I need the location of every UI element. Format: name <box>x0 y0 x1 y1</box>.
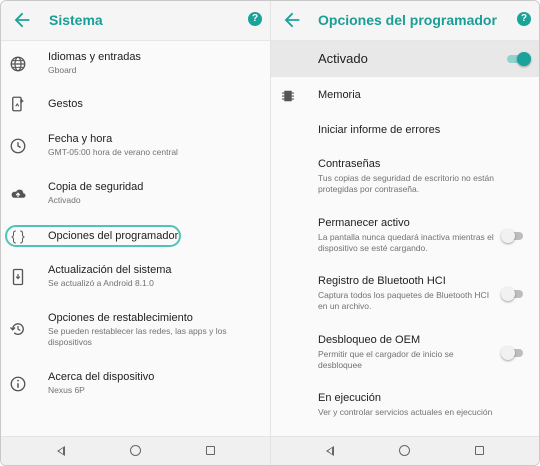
master-switch-bar[interactable]: Activado <box>271 41 539 77</box>
page-title: Sistema <box>49 12 103 28</box>
nav-back-icon[interactable] <box>57 446 65 456</box>
navigation-bar <box>1 436 270 465</box>
globe-icon <box>10 56 26 72</box>
list-item-memory[interactable]: Memoria <box>271 85 539 107</box>
info-icon <box>10 376 26 392</box>
item-label: En ejecución <box>318 392 381 404</box>
item-label: Actualización del sistema <box>48 264 172 276</box>
help-icon[interactable]: ? <box>517 12 531 26</box>
item-label: Idiomas y entradas <box>48 51 141 63</box>
list-item-running-services[interactable]: En ejecución Ver y controlar servicios a… <box>271 387 539 423</box>
list-item-developer-options[interactable]: Opciones del programador <box>1 227 270 247</box>
list-item-languages[interactable]: Idiomas y entradas Gboard <box>1 47 270 85</box>
nav-recents-icon[interactable] <box>475 446 484 455</box>
item-subtitle: GMT-05:00 hora de verano central <box>48 147 178 157</box>
item-label: Opciones del programador <box>48 230 179 242</box>
toggle-thumb <box>501 287 515 301</box>
toggle-thumb <box>517 52 531 66</box>
list-item-backup[interactable]: Copia de seguridad Activado <box>1 177 270 215</box>
item-subtitle: Ver y controlar servicios actuales en ej… <box>318 407 493 417</box>
help-icon[interactable]: ? <box>248 12 262 26</box>
screenshot-frame: Sistema ? Idiomas y entradas Gboard Gest… <box>0 0 540 466</box>
item-label: Opciones de restablecimiento <box>48 312 193 324</box>
list-item-system-update[interactable]: Actualización del sistema Se actualizó a… <box>1 260 270 298</box>
list-item-reset-options[interactable]: Opciones de restablecimiento Se pueden r… <box>1 308 270 352</box>
braces-icon <box>10 230 26 244</box>
stay-awake-toggle[interactable] <box>501 229 525 243</box>
item-subtitle: Tus copias de seguridad de escritorio no… <box>318 173 494 194</box>
list-item-oem-unlock[interactable]: Desbloqueo de OEM Permitir que el cargad… <box>271 329 539 373</box>
item-label: Registro de Bluetooth HCI <box>318 275 446 287</box>
item-subtitle: Gboard <box>48 65 77 75</box>
gesture-phone-icon <box>12 96 24 112</box>
item-label: Gestos <box>48 98 83 110</box>
master-toggle-switch[interactable] <box>507 52 531 66</box>
item-label: Memoria <box>318 89 361 101</box>
item-subtitle: Permitir que el cargador de inicio se de… <box>318 349 454 370</box>
clock-icon <box>10 138 26 154</box>
cloud-upload-icon <box>11 189 26 198</box>
nav-home-icon[interactable] <box>399 445 410 456</box>
item-subtitle: La pantalla nunca quedará inactiva mient… <box>318 232 494 253</box>
restore-icon <box>10 323 24 335</box>
page-title: Opciones del programador <box>318 12 497 28</box>
app-bar: Opciones del programador ? <box>271 1 539 41</box>
list-item-bluetooth-hci[interactable]: Registro de Bluetooth HCI Captura todos … <box>271 270 539 314</box>
item-label: Copia de seguridad <box>48 181 144 193</box>
item-label: Iniciar informe de errores <box>318 124 441 136</box>
memory-chip-icon <box>282 90 294 102</box>
system-update-icon <box>12 268 24 286</box>
item-label: Acerca del dispositivo <box>48 371 155 383</box>
list-item-about-device[interactable]: Acerca del dispositivo Nexus 6P <box>1 367 270 405</box>
navigation-bar <box>271 436 539 465</box>
list-item-gestures[interactable]: Gestos <box>1 91 270 119</box>
settings-system-pane: Sistema ? Idiomas y entradas Gboard Gest… <box>1 1 271 465</box>
nav-back-icon[interactable] <box>326 446 334 456</box>
list-item-date-time[interactable]: Fecha y hora GMT-05:00 hora de verano ce… <box>1 129 270 167</box>
back-arrow-icon[interactable] <box>281 9 303 31</box>
item-subtitle: Nexus 6P <box>48 385 85 395</box>
app-bar: Sistema ? <box>1 1 270 41</box>
item-subtitle: Se pueden restablecer las redes, las app… <box>48 326 227 347</box>
oem-unlock-toggle[interactable] <box>501 346 525 360</box>
master-switch-label: Activado <box>318 51 368 66</box>
item-label: Permanecer activo <box>318 217 410 229</box>
nav-recents-icon[interactable] <box>206 446 215 455</box>
developer-options-pane: Opciones del programador ? Activado Memo… <box>271 1 539 465</box>
item-label: Desbloqueo de OEM <box>318 334 421 346</box>
nav-home-icon[interactable] <box>130 445 141 456</box>
list-item-stay-awake[interactable]: Permanecer activo La pantalla nunca qued… <box>271 212 539 256</box>
item-subtitle: Captura todos los paquetes de Bluetooth … <box>318 290 490 311</box>
item-subtitle: Activado <box>48 195 81 205</box>
item-label: Fecha y hora <box>48 133 113 145</box>
toggle-thumb <box>501 346 515 360</box>
toggle-thumb <box>501 229 515 243</box>
bluetooth-hci-toggle[interactable] <box>501 287 525 301</box>
back-arrow-icon[interactable] <box>11 9 33 31</box>
item-subtitle: Se actualizó a Android 8.1.0 <box>48 278 154 288</box>
item-label: Contraseñas <box>318 158 381 170</box>
list-item-passwords[interactable]: Contraseñas Tus copias de seguridad de e… <box>271 153 539 197</box>
list-item-bug-report[interactable]: Iniciar informe de errores <box>271 119 539 141</box>
